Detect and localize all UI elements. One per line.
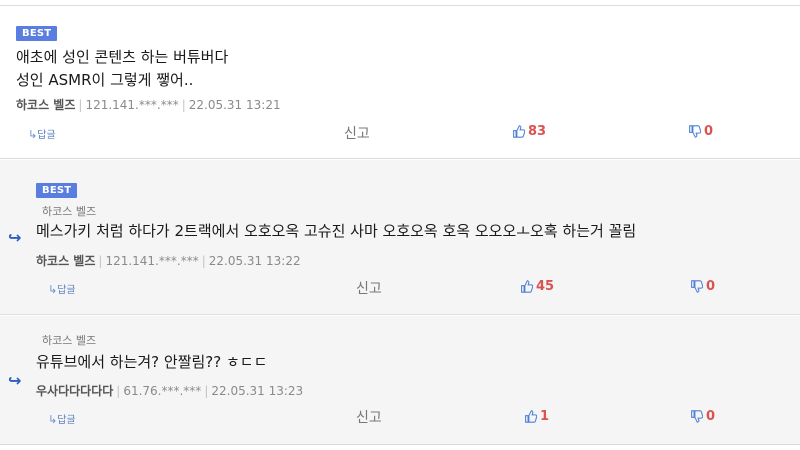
report-button[interactable]: 신고 [344, 123, 370, 143]
reply-arrow-icon: ↳ [48, 413, 58, 426]
comment-text-line: 유튜브에서 하는겨? 안짤림?? ㅎㄷㄷ [36, 353, 268, 371]
thumbs-up-icon [521, 280, 533, 293]
author-ip: 61.76.***.*** [123, 384, 202, 398]
author-ip: 121.141.***.*** [105, 254, 199, 268]
like-count: 1 [540, 409, 550, 424]
quoted-nickname: 하코스 벨즈 [42, 205, 97, 218]
nested-reply-arrow-icon: ↪ [8, 228, 22, 247]
comment-meta: 하코스 벨즈 | 121.141.***.*** | 22.05.31 13:21 [16, 98, 281, 112]
author-nickname[interactable]: 우사다다다다다 [36, 384, 113, 398]
nested-reply-arrow-icon: ↪ [8, 371, 22, 390]
thumbs-down-icon [691, 280, 703, 293]
like-button[interactable]: 83 [512, 124, 546, 139]
dislike-count: 0 [704, 124, 714, 139]
like-count: 45 [536, 279, 555, 294]
comment-item: 하코스 벨즈 ↪ 유튜브에서 하는겨? 안짤림?? ㅎㄷㄷ 우사다다다다다 | 61… [0, 316, 800, 445]
comment-section: BEST 애초에 성인 콘텐츠 하는 버튜버다 성인 ASMR이 그렇게 쨓어.… [0, 0, 800, 450]
like-button[interactable]: 1 [524, 409, 549, 424]
dislike-button[interactable]: 0 [688, 124, 713, 139]
quoted-nickname: 하코스 벨즈 [42, 334, 97, 347]
dislike-count: 0 [706, 279, 716, 294]
thumbs-down-icon [689, 125, 701, 138]
thumbs-up-icon [513, 125, 525, 138]
dislike-button[interactable]: 0 [690, 279, 715, 294]
reply-button[interactable]: ↳답글 [28, 126, 56, 141]
best-badge: BEST [36, 183, 78, 198]
reply-button[interactable]: ↳답글 [48, 281, 76, 296]
like-count: 83 [528, 124, 547, 139]
comment-meta: 우사다다다다다 | 61.76.***.*** | 22.05.31 13:23 [36, 384, 304, 398]
comment-text-line: 메스가키 처럼 하다가 2트랙에서 오호오옥 고슈진 사마 오호오옥 호옥 오오… [36, 222, 637, 240]
reply-arrow-icon: ↳ [48, 283, 58, 296]
thumbs-down-icon [691, 410, 703, 423]
best-badge: BEST [16, 26, 58, 41]
dislike-button[interactable]: 0 [690, 409, 715, 424]
report-button[interactable]: 신고 [356, 278, 382, 298]
thumbs-up-icon [525, 410, 537, 423]
dislike-count: 0 [706, 409, 716, 424]
comment-text-line: 성인 ASMR이 그렇게 쨓어.. [16, 71, 194, 89]
comment-meta: 하코스 벨즈 | 121.141.***.*** | 22.05.31 13:22 [36, 254, 301, 268]
comment-date: 22.05.31 13:21 [188, 98, 281, 112]
author-nickname[interactable]: 하코스 벨즈 [36, 254, 95, 268]
comment-date: 22.05.31 13:22 [208, 254, 301, 268]
reply-button[interactable]: ↳답글 [48, 411, 76, 426]
comment-date: 22.05.31 13:23 [211, 384, 304, 398]
like-button[interactable]: 45 [520, 279, 554, 294]
author-nickname[interactable]: 하코스 벨즈 [16, 98, 75, 112]
author-ip: 121.141.***.*** [85, 98, 179, 112]
comment-item: BEST 하코스 벨즈 ↪ 메스가키 처럼 하다가 2트랙에서 오호오옥 고슈진… [0, 160, 800, 315]
reply-arrow-icon: ↳ [28, 128, 38, 141]
comment-item: BEST 애초에 성인 콘텐츠 하는 버튜버다 성인 ASMR이 그렇게 쨓어.… [0, 6, 800, 159]
comment-text-line: 애초에 성인 콘텐츠 하는 버튜버다 [16, 48, 229, 66]
report-button[interactable]: 신고 [356, 407, 382, 427]
